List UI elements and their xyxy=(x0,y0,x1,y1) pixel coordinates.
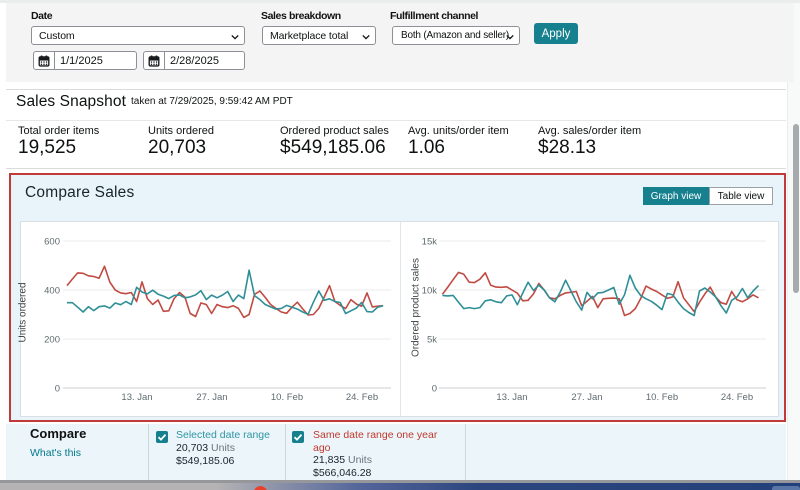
svg-text:24. Feb: 24. Feb xyxy=(721,392,753,403)
svg-text:13. Jan: 13. Jan xyxy=(121,392,152,403)
svg-text:400: 400 xyxy=(44,286,60,297)
svg-text:27. Jan: 27. Jan xyxy=(196,392,227,403)
svg-text:10. Feb: 10. Feb xyxy=(271,392,303,403)
svg-text:24. Feb: 24. Feb xyxy=(346,392,378,403)
svg-text:200: 200 xyxy=(44,335,60,346)
svg-text:10k: 10k xyxy=(422,286,438,297)
svg-text:600: 600 xyxy=(44,237,60,248)
svg-text:0: 0 xyxy=(432,384,437,395)
svg-text:5k: 5k xyxy=(427,335,437,346)
svg-text:27. Jan: 27. Jan xyxy=(571,392,602,403)
svg-text:0: 0 xyxy=(55,384,60,395)
svg-text:13. Jan: 13. Jan xyxy=(496,392,527,403)
svg-text:15k: 15k xyxy=(422,237,438,248)
svg-text:10. Feb: 10. Feb xyxy=(646,392,678,403)
